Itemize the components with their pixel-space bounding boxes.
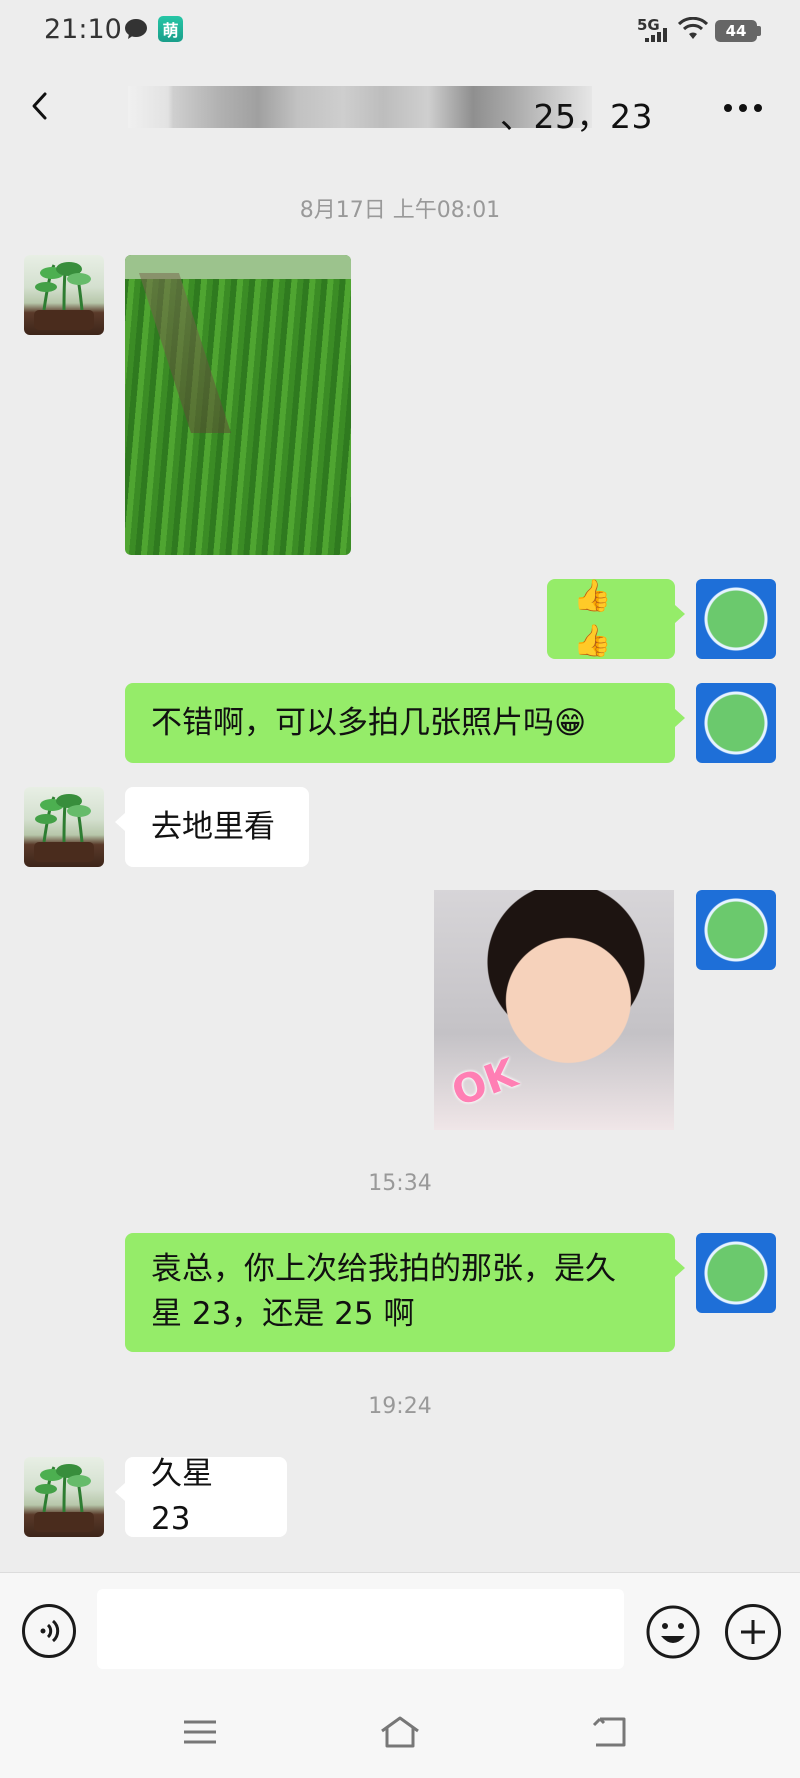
message-text: 👍👍 [573, 578, 612, 659]
message-text: 去地里看 [151, 808, 275, 845]
sticker-ok-text: OK [446, 1050, 523, 1116]
contact-avatar[interactable] [24, 1457, 104, 1537]
message-text-line: 星 23，还是 25 啊 [151, 1296, 415, 1332]
field-photo-path [139, 273, 231, 433]
nav-home-button[interactable] [375, 1710, 425, 1754]
field-photo[interactable] [125, 255, 351, 555]
back-icon [592, 1717, 626, 1747]
contact-avatar[interactable] [24, 255, 104, 335]
message-text-line: 袁总，你上次给我拍的那张，是久 [151, 1251, 616, 1287]
message-input[interactable] [97, 1589, 624, 1669]
chevron-left-icon [32, 92, 47, 120]
plant-icon [34, 1464, 94, 1532]
my-avatar[interactable] [696, 579, 776, 659]
battery-tip [757, 26, 761, 36]
signal-icon [645, 28, 667, 42]
voice-icon [40, 1619, 60, 1643]
chat-title[interactable]: 、25，23 [500, 90, 653, 138]
message-bubble-outgoing[interactable]: 👍👍 [547, 578, 685, 659]
more-button[interactable] [718, 92, 768, 124]
app-notification-icon: 萌 [158, 16, 183, 42]
plant-icon [34, 262, 94, 330]
message-text: 不错啊，可以多拍几张照片吗😁 [151, 704, 587, 741]
message-text: 久星 23 [151, 1456, 213, 1537]
nav-back-button[interactable] [585, 1710, 635, 1754]
plant-icon [34, 794, 94, 862]
my-avatar[interactable] [696, 683, 776, 763]
plus-button[interactable] [725, 1604, 781, 1660]
message-bubble-outgoing[interactable]: 袁总，你上次给我拍的那张，是久 星 23，还是 25 啊 [125, 1233, 685, 1352]
more-dots-icon [724, 104, 762, 112]
message-bubble-incoming[interactable]: 去地里看 [115, 787, 309, 867]
chat-notification-icon [125, 19, 147, 39]
message-bubble-incoming[interactable]: 久星 23 [115, 1456, 287, 1537]
emoji-button[interactable] [645, 1604, 701, 1660]
home-icon [381, 1716, 419, 1748]
contact-avatar[interactable] [24, 787, 104, 867]
sticker-image[interactable]: OK [434, 890, 674, 1130]
battery-icon: 44 [715, 20, 757, 42]
timestamp: 8月17日 上午08:01 [299, 198, 501, 223]
voice-button[interactable] [22, 1604, 76, 1658]
nav-menu-button[interactable] [175, 1710, 225, 1754]
menu-icon [184, 1720, 216, 1744]
timestamp: 19:24 [368, 1394, 432, 1419]
my-avatar[interactable] [696, 1233, 776, 1313]
back-button[interactable] [20, 86, 60, 126]
message-bubble-outgoing[interactable]: 不错啊，可以多拍几张照片吗😁 [125, 683, 685, 763]
status-time: 21:10 [44, 14, 122, 45]
plus-icon [741, 1620, 765, 1644]
wifi-icon [678, 17, 708, 39]
my-avatar[interactable] [696, 890, 776, 970]
timestamp: 15:34 [368, 1171, 432, 1196]
emoji-icon [646, 1605, 700, 1659]
